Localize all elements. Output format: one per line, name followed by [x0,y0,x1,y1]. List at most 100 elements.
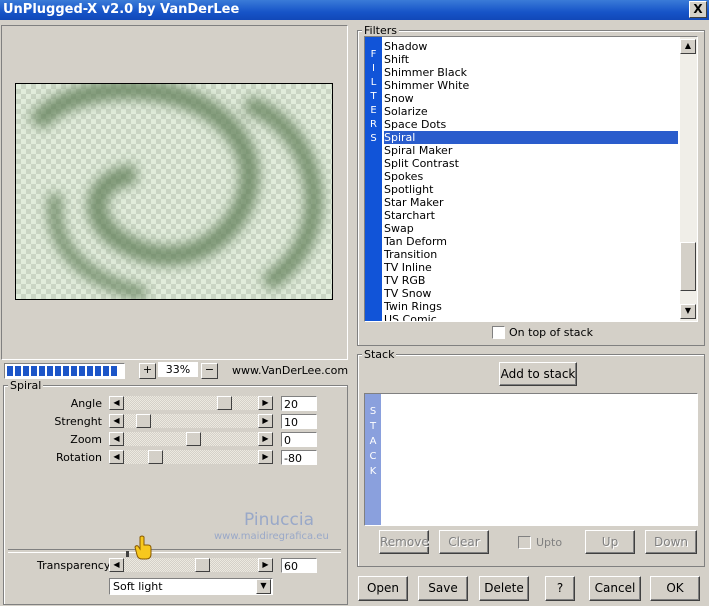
param-label: Strenght [54,415,102,428]
filter-item[interactable]: Spiral Maker [384,144,678,157]
add-to-stack-button[interactable]: Add to stack [499,362,577,386]
progress-segment [55,366,61,376]
progress-bar [4,363,125,379]
zoom-level: 33% [158,362,198,377]
progress-segment [15,366,21,376]
strip-letter: F [370,49,377,60]
scroll-down-icon[interactable]: ▼ [680,304,696,319]
filter-item[interactable]: Starchart [384,209,678,222]
strip-letter: T [370,91,377,102]
param-value[interactable]: -80 [281,450,317,465]
filter-item[interactable]: TV RGB [384,274,678,287]
filter-item[interactable]: Split Contrast [384,157,678,170]
param-value[interactable]: 0 [281,432,317,447]
strip-letter: S [370,133,377,144]
remove-button[interactable]: Remove [379,530,429,554]
slider-track[interactable] [124,450,258,464]
param-slider[interactable]: ◀ ▶ [109,414,273,428]
upto-label: Upto [536,536,563,549]
slider-right-icon[interactable]: ▶ [258,432,273,446]
blend-mode-select[interactable]: Soft light ▼ [109,578,273,595]
param-slider[interactable]: ◀ ▶ [109,450,273,464]
filter-item[interactable]: Spotlight [384,183,678,196]
slider-thumb[interactable] [195,558,210,572]
strip-letter: S [369,406,377,417]
zoom-out-button[interactable]: − [201,363,218,379]
slider-right-icon[interactable]: ▶ [258,450,273,464]
upto-checkbox[interactable] [518,536,531,549]
progress-segment [87,366,93,376]
filter-item[interactable]: Spiral [384,131,678,144]
slider-thumb[interactable] [217,396,232,410]
slider-thumb[interactable] [186,432,201,446]
filter-item[interactable]: Tan Deform [384,235,678,248]
preview-image [15,83,333,300]
slider-left-icon[interactable]: ◀ [109,432,124,446]
spiral-group-label: Spiral [8,379,44,392]
slider-right-icon[interactable]: ▶ [258,414,273,428]
strip-letter: K [369,466,377,477]
filter-item[interactable]: Swap [384,222,678,235]
filter-item[interactable]: Shimmer White [384,79,678,92]
param-slider[interactable]: ◀ ▶ [109,396,273,410]
strip-letter: E [370,105,377,116]
down-button[interactable]: Down [645,530,697,554]
filter-item[interactable]: Star Maker [384,196,678,209]
filter-item[interactable]: US Comic [384,313,678,321]
save-button[interactable]: Save [418,576,468,601]
watermark-url: www.maidiregrafica.eu [214,531,329,542]
filter-list[interactable]: FILTERS Shadow Shift Shimmer Black Shimmer … [364,36,698,322]
param-value[interactable]: 20 [281,396,317,411]
on-top-label: On top of stack [509,326,593,339]
progress-segment [7,366,13,376]
close-button[interactable]: X [689,1,707,18]
ok-button[interactable]: OK [650,576,700,601]
transparency-value[interactable]: 60 [281,558,317,573]
clear-button[interactable]: Clear [439,530,489,554]
filter-item[interactable]: Shift [384,53,678,66]
filter-scrollbar[interactable]: ▲ ▼ [680,37,697,321]
slider-track[interactable] [124,396,258,410]
cancel-button[interactable]: Cancel [589,576,641,601]
hand-cursor-icon [134,535,152,560]
slider-thumb[interactable] [136,414,151,428]
on-top-checkbox[interactable] [492,326,505,339]
stack-strip: STACK [365,394,381,525]
open-button[interactable]: Open [358,576,408,601]
filter-item[interactable]: Solarize [384,105,678,118]
zoom-in-button[interactable]: + [139,363,156,379]
filter-item[interactable]: Twin Rings [384,300,678,313]
slider-right-icon[interactable]: ▶ [258,558,273,572]
filter-item[interactable]: TV Inline [384,261,678,274]
website-link[interactable]: www.VanDerLee.com [232,364,348,377]
strip-letter: T [369,421,377,432]
slider-left-icon[interactable]: ◀ [109,450,124,464]
strip-letter: I [372,63,375,74]
filter-item[interactable]: Transition [384,248,678,261]
slider-right-icon[interactable]: ▶ [258,396,273,410]
param-value[interactable]: 10 [281,414,317,429]
blend-mode-value: Soft light [113,580,163,593]
filter-item[interactable]: Space Dots [384,118,678,131]
filter-item[interactable]: Spokes [384,170,678,183]
slider-left-icon[interactable]: ◀ [109,558,124,572]
param-slider[interactable]: ◀ ▶ [109,432,273,446]
help-button[interactable]: ? [545,576,575,601]
up-button[interactable]: Up [585,530,635,554]
delete-button[interactable]: Delete [479,576,529,601]
filter-item[interactable]: Shadow [384,40,678,53]
slider-tick [126,551,129,557]
stack-list[interactable]: STACK [364,393,698,526]
filter-item[interactable]: Shimmer Black [384,66,678,79]
progress-segment [111,366,117,376]
scroll-thumb[interactable] [680,242,696,291]
slider-left-icon[interactable]: ◀ [109,396,124,410]
progress-segment [71,366,77,376]
filter-item[interactable]: Snow [384,92,678,105]
slider-thumb[interactable] [148,450,163,464]
slider-left-icon[interactable]: ◀ [109,414,124,428]
chevron-down-icon[interactable]: ▼ [256,579,271,594]
param-label: Rotation [55,451,102,464]
scroll-up-icon[interactable]: ▲ [680,39,696,54]
filter-item[interactable]: TV Snow [384,287,678,300]
